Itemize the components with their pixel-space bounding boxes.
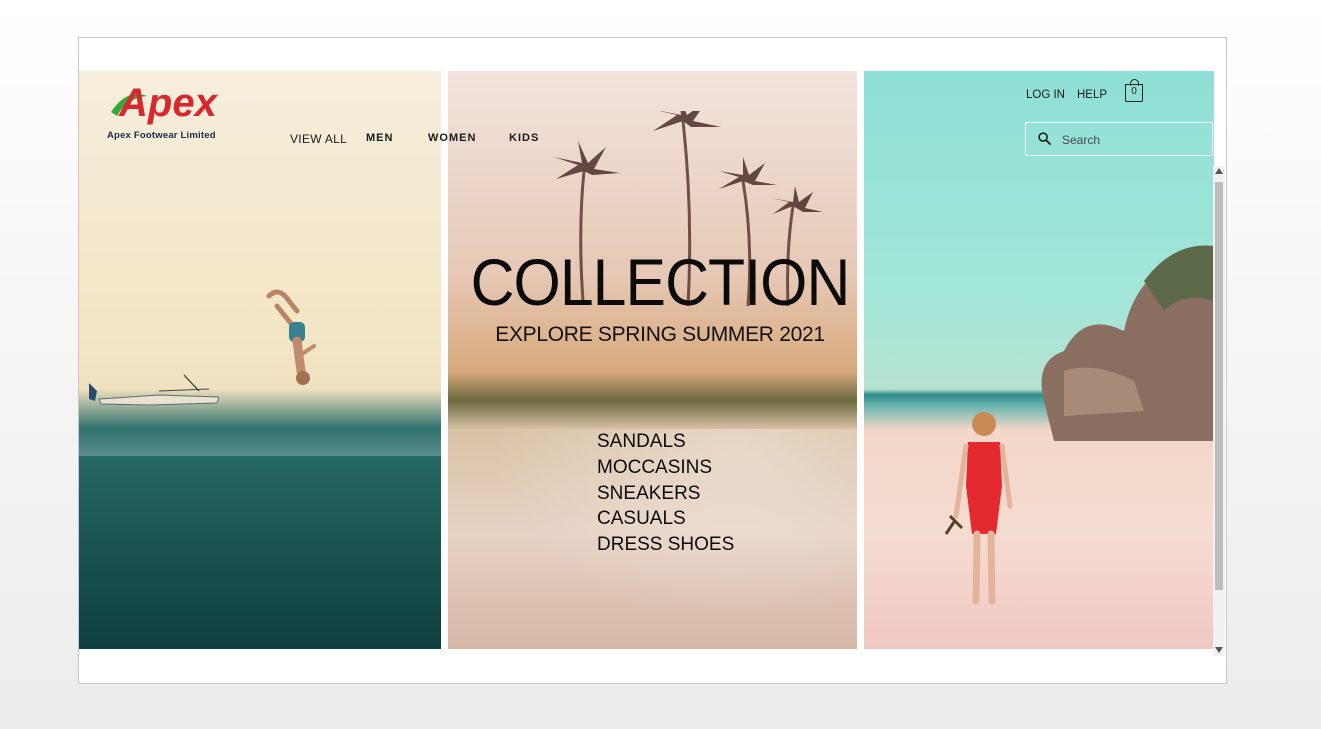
cart-count: 0 [1131, 86, 1137, 97]
help-link[interactable]: HELP [1077, 89, 1107, 101]
boat-illustration [89, 374, 219, 406]
hero-image-left [79, 71, 441, 649]
diver-illustration [266, 289, 316, 385]
category-sneakers[interactable]: SNEAKERS [597, 481, 734, 507]
woman-illustration [944, 412, 1013, 605]
category-list: SANDALS MOCCASINS SNEAKERS CASUALS DRESS… [597, 429, 734, 558]
search-box[interactable] [1025, 122, 1213, 156]
hero-image-right [864, 71, 1214, 649]
nav-view-all[interactable]: VIEW ALL [290, 132, 347, 146]
rock-illustration [1041, 245, 1214, 441]
login-link[interactable]: LOG IN [1026, 89, 1065, 101]
category-casuals[interactable]: CASUALS [597, 506, 734, 532]
nav-women[interactable]: WOMEN [428, 132, 476, 144]
category-sandals[interactable]: SANDALS [597, 429, 734, 455]
scroll-thumb[interactable] [1215, 182, 1223, 590]
hero-image-center [448, 71, 857, 649]
scroll-down-arrow-icon[interactable] [1215, 647, 1223, 653]
logo-subtitle: Apex Footwear Limited [107, 130, 216, 141]
search-input[interactable] [1060, 129, 1204, 151]
scroll-up-arrow-icon[interactable] [1215, 168, 1223, 174]
apex-logo[interactable]: Apex Apex Footwear Limited [107, 78, 237, 142]
hero-title: COLLECTION [470, 245, 851, 319]
vertical-scrollbar[interactable] [1213, 166, 1225, 656]
nav-men[interactable]: MEN [366, 132, 393, 144]
category-dress-shoes[interactable]: DRESS SHOES [597, 532, 734, 558]
browser-viewport: Apex Apex Footwear Limited VIEW ALL MEN … [78, 37, 1227, 684]
search-icon[interactable] [1038, 132, 1051, 145]
apex-logo-mark: Apex [111, 81, 219, 125]
svg-text:Apex: Apex [118, 81, 219, 125]
category-moccasins[interactable]: MOCCASINS [597, 455, 734, 481]
nav-kids[interactable]: KIDS [509, 132, 539, 144]
sea-highlight [79, 426, 441, 456]
hero-subtitle: EXPLORE SPRING SUMMER 2021 [495, 323, 825, 346]
shopping-bag-icon[interactable]: 0 [1125, 79, 1143, 102]
